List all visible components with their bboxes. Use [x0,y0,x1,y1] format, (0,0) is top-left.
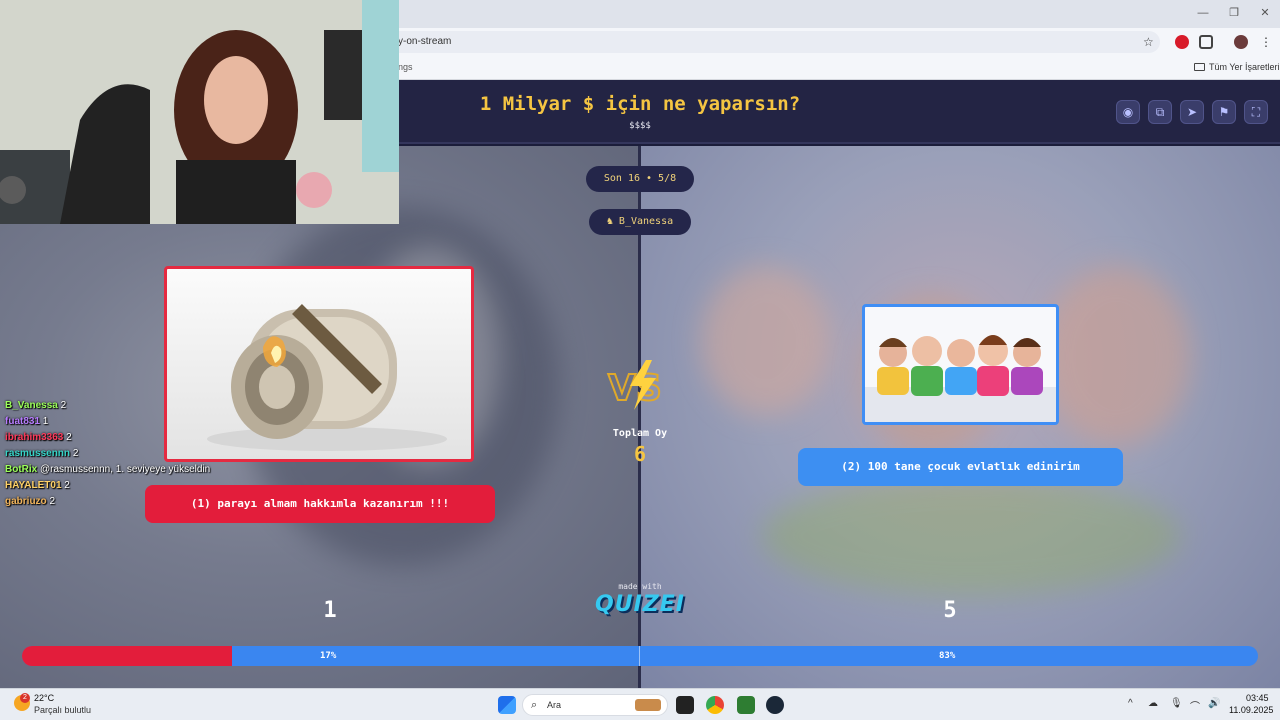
question-title: 1 Milyar $ için ne yaparsın? [479,93,801,115]
clock-date[interactable]: 11.09.2025 [1229,705,1273,715]
windows-start-icon[interactable] [498,696,516,714]
versus-bolt-icon: VS [607,360,663,410]
webcam-overlay [0,0,399,224]
all-bookmarks-label: Tüm Yer İşaretleri [1209,62,1280,72]
chat-username[interactable]: gabriuzo [5,496,47,507]
chat-message: BotRix @rasmussennn, 1. seviyeye yükseld… [5,462,265,478]
chat-message: ibrahim3363 2 [5,430,265,446]
screen: — ❐ ✕ y-on-stream ☆ ⋮ ngs Tüm Yer İşaret… [0,0,1280,720]
svg-text:VS: VS [608,368,662,409]
fullscreen-icon[interactable]: ⛶ [1244,100,1268,124]
chat-username[interactable]: rasmussennn [5,448,70,459]
chat-text: 1 [42,416,49,427]
chat-text: 2 [49,496,56,507]
option-left-progress-fill [22,646,233,666]
total-votes-label: Toplam Oy [612,428,668,439]
chat-text: 2 [66,432,72,443]
chat-username[interactable]: fuat831 [5,416,40,427]
blurred-child-face [1041,266,1191,446]
option-right-answer[interactable]: (2) 100 tane çocuk evlatlık edinirim [798,448,1123,486]
send-icon[interactable]: ➤ [1180,100,1204,124]
bookmark-star-icon[interactable]: ☆ [1143,35,1154,49]
chrome-icon[interactable] [706,696,724,714]
option-right-percent: 83% [939,651,956,661]
chat-message: B_Vanessa 2 [5,398,265,414]
all-bookmarks-button[interactable]: Tüm Yer İşaretleri [1194,62,1280,72]
search-highlight-image [635,699,661,711]
round-badge: Son 16 • 5/8 [586,166,694,192]
chat-username[interactable]: B_Vanessa [5,400,58,411]
option-left-votes: 1 [323,598,337,623]
copy-icon[interactable]: ⧉ [1148,100,1172,124]
close-button[interactable]: ✕ [1258,6,1272,20]
option-left-percent: 17% [320,651,337,661]
total-votes-value: 6 [633,442,647,466]
chat-username[interactable]: BotRix [5,464,37,475]
option-right-image[interactable] [862,304,1059,425]
minimize-button[interactable]: — [1196,6,1210,20]
menu-dots-icon[interactable]: ⋮ [1260,35,1274,49]
weather-description: Parçalı bulutlu [34,705,92,715]
chat-message: fuat831 1 [5,414,265,430]
weather-badge: 2 [20,693,30,703]
url-text: y-on-stream [398,36,452,47]
app-icon[interactable] [737,696,755,714]
opera-extension-icon[interactable] [1175,35,1189,49]
blurred-child-face [701,266,831,416]
player-icon: ♞ [606,216,619,227]
chevron-up-icon[interactable]: ^ [1128,698,1133,709]
task-view-icon[interactable] [676,696,694,714]
vote-progress-bar: 17% 83% [22,646,1258,666]
wifi-icon[interactable]: ⌒ [1190,698,1200,713]
children-illustration [865,335,1056,422]
made-with-label: made with [618,582,662,591]
restore-button[interactable]: ❐ [1227,6,1241,20]
streamer-webcam-image [0,0,399,224]
profile-avatar[interactable] [1234,35,1248,49]
player-badge: ♞ B_Vanessa [589,209,691,235]
chat-text: 2 [72,448,79,459]
windows-taskbar: 2 22°C Parçalı bulutlu ⌕ Ara ^ ☁ 🎙 ⌒ 🔊 0… [0,688,1280,720]
chat-message: rasmussennn 2 [5,446,265,462]
clock-time[interactable]: 03:45 [1246,693,1269,703]
question-subtitle: $$$$ [629,121,651,131]
chat-message: HAYALET01 2 [5,478,265,494]
extensions-icon[interactable] [1199,35,1213,49]
chat-text: 2 [64,480,70,491]
chat-text: 2 [60,400,67,411]
player-name: B_Vanessa [618,216,674,227]
blurred-clothes [761,476,1181,596]
network-icon[interactable]: ☁ [1148,698,1158,709]
taskbar-search[interactable]: ⌕ Ara [522,694,668,716]
folder-icon [1194,63,1205,71]
quizei-logo[interactable]: QUIZEI [590,592,690,617]
chat-username[interactable]: HAYALET01 [5,480,62,491]
search-icon: ⌕ [531,699,538,711]
progress-center-marker [639,646,640,666]
bookmark-item[interactable]: ngs [398,62,413,72]
stream-chat-overlay: B_Vanessa 2 fuat831 1 ibrahim3363 2 rasmuss… [5,398,265,510]
steam-icon[interactable] [766,696,784,714]
option-right-votes: 5 [943,598,957,623]
chat-message: gabriuzo 2 [5,494,265,510]
search-placeholder: Ara [547,700,562,710]
address-bar[interactable]: y-on-stream [360,31,1160,53]
chat-text: @rasmussennn, 1. seviyeye yükseldin [40,464,211,475]
eye-icon[interactable]: ◉ [1116,100,1140,124]
chat-username[interactable]: ibrahim3363 [5,432,63,443]
flag-icon[interactable]: ⚑ [1212,100,1236,124]
volume-icon[interactable]: 🔊 [1208,698,1220,709]
microphone-icon[interactable]: 🎙 [1170,698,1183,709]
weather-temperature[interactable]: 22°C [34,693,54,703]
